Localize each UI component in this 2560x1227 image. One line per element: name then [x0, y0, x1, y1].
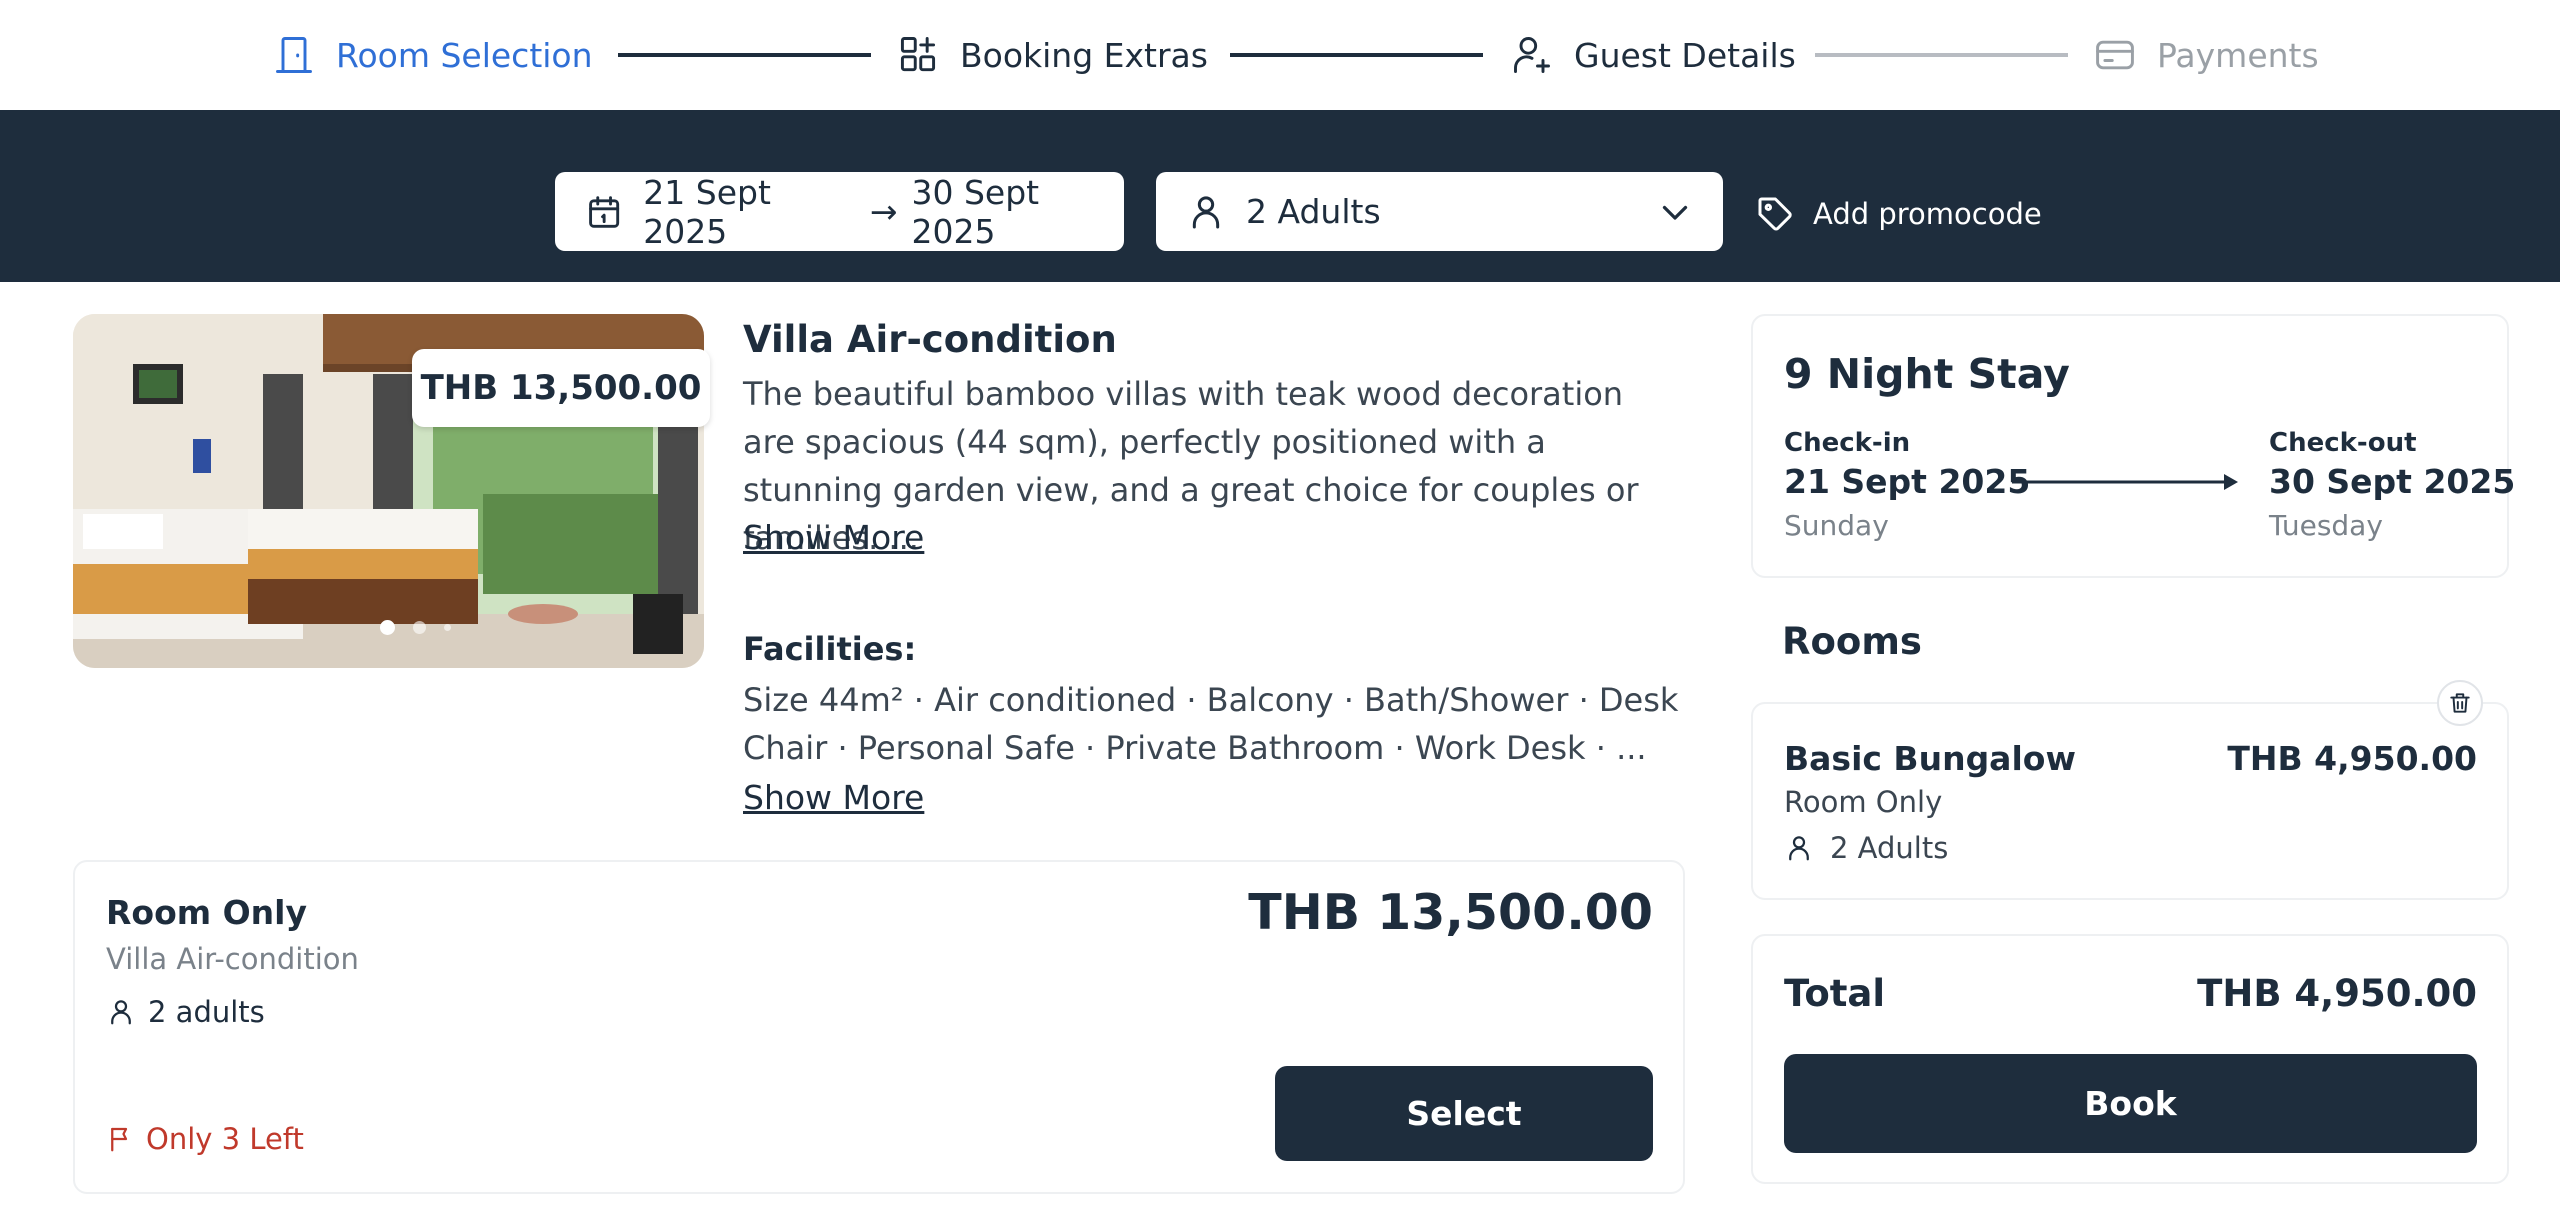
step-room-selection[interactable]: Room Selection [272, 30, 593, 80]
add-promocode-link[interactable]: Add promocode [1755, 190, 2042, 238]
selected-room-guests-label: 2 Adults [1830, 831, 1949, 865]
door-icon [276, 37, 312, 73]
room-title: Villa Air-condition [743, 318, 1117, 361]
promocode-label: Add promocode [1813, 197, 2042, 231]
trash-icon [2450, 693, 2470, 713]
facilities-list: Size 44m² · Air conditioned · Balcony · … [743, 681, 1679, 767]
description-show-more-link[interactable]: Show More [743, 518, 924, 557]
availability-badge: Only 3 Left [106, 1122, 304, 1156]
check-out-day: Tuesday [2269, 509, 2383, 542]
step-label: Guest Details [1574, 35, 1796, 75]
selected-room-price: THB 4,950.00 [2227, 739, 2477, 778]
person-icon [111, 1000, 131, 1025]
calendar-icon [589, 195, 620, 228]
availability-label: Only 3 Left [146, 1122, 304, 1156]
total-value: THB 4,950.00 [2197, 972, 2477, 1015]
check-in-day: Sunday [1784, 509, 1889, 542]
rate-guests-label: 2 adults [148, 995, 265, 1029]
arrow-right-icon: → [869, 192, 898, 231]
step-connector [1815, 53, 2068, 57]
grid-plus-icon [900, 37, 936, 72]
chevron-down-icon [1662, 205, 1688, 220]
user-plus-icon [1514, 37, 1550, 73]
step-label: Room Selection [336, 35, 593, 75]
rate-price: THB 13,500.00 [1248, 884, 1653, 941]
rate-guests: 2 adults [106, 995, 265, 1029]
step-booking-extras[interactable]: Booking Extras [896, 30, 1208, 80]
guests-value: 2 Adults [1246, 192, 1381, 231]
check-out-date: 30 Sept 2025 [2269, 462, 2516, 501]
check-in-label: Check-in [1784, 428, 1911, 458]
carousel-dot[interactable] [380, 620, 395, 635]
selected-room-plan: Room Only [1784, 785, 1943, 819]
facilities-show-more-link[interactable]: Show More [743, 778, 924, 817]
remove-room-button[interactable] [2437, 680, 2483, 726]
step-label: Booking Extras [960, 35, 1208, 75]
select-rate-button[interactable]: Select [1275, 1066, 1653, 1161]
rate-name: Room Only [106, 893, 307, 932]
step-guest-details[interactable]: Guest Details [1510, 30, 1796, 80]
carousel-dot[interactable] [413, 621, 426, 634]
rooms-heading: Rooms [1782, 620, 1922, 663]
check-in-date: 21 Sept 2025 [643, 172, 771, 251]
date-range-picker[interactable]: 21 Sept 2025 → 30 Sept 2025 [555, 172, 1124, 251]
selected-room-guests: 2 Adults [1784, 831, 1948, 865]
room-price-tag: THB 13,500.00 [412, 349, 710, 427]
book-button[interactable]: Book [1784, 1054, 2477, 1153]
stay-title: 9 Night Stay [1784, 350, 2070, 398]
facilities-heading: Facilities: [743, 630, 917, 668]
total-label: Total [1784, 972, 1886, 1015]
step-connector [1230, 53, 1483, 57]
selected-room-name: Basic Bungalow [1784, 739, 2076, 778]
step-connector [618, 53, 871, 57]
step-label: Payments [2157, 35, 2319, 75]
rate-room-type: Villa Air-condition [106, 942, 359, 976]
person-icon [1789, 836, 1809, 861]
step-payments[interactable]: Payments [2093, 30, 2319, 80]
credit-card-icon [2096, 40, 2134, 70]
booking-stepper: Room Selection Booking Extras Guest Deta… [0, 0, 2560, 110]
check-out-date: 30 Sept 2025 [911, 172, 1040, 251]
tag-icon [1758, 197, 1792, 231]
check-in-date: 21 Sept 2025 [1784, 462, 2031, 501]
carousel-indicators [380, 620, 451, 635]
carousel-dot[interactable] [444, 624, 451, 631]
arrow-right-icon [2012, 474, 2238, 490]
person-icon [1192, 195, 1220, 228]
check-out-label: Check-out [2269, 428, 2417, 458]
guests-dropdown[interactable]: 2 Adults [1156, 172, 1723, 251]
flag-icon [111, 1127, 128, 1152]
